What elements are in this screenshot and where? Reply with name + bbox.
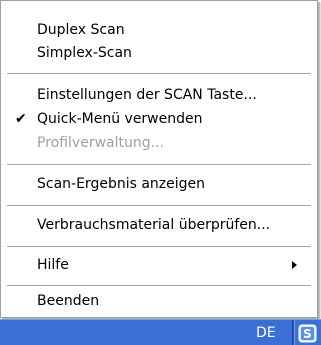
language-indicator[interactable]: DE <box>256 323 276 343</box>
menu-item-exit[interactable]: Beenden <box>1 291 317 312</box>
menu-item-label: Quick-Menü verwenden <box>37 111 203 127</box>
menu-item-simplex-scan[interactable]: Simplex-Scan <box>1 43 317 64</box>
menu-item-scan-button-settings[interactable]: Einstellungen der SCAN Taste... <box>1 85 317 106</box>
menu-separator <box>7 285 311 287</box>
screen: Duplex Scan Simplex-Scan Einstellungen d… <box>0 0 321 345</box>
menu-separator <box>7 205 311 207</box>
menu-item-label: Einstellungen der SCAN Taste... <box>37 87 257 103</box>
menu-item-profile-management: Profilverwaltung... <box>1 133 317 154</box>
menu-item-label: Beenden <box>37 293 100 309</box>
menu-item-duplex-scan[interactable]: Duplex Scan <box>1 20 317 41</box>
menu-item-label: Hilfe <box>37 257 69 273</box>
menu-item-label: Simplex-Scan <box>37 45 132 61</box>
menu-item-show-scan-result[interactable]: Scan-Ergebnis anzeigen <box>1 174 317 195</box>
context-menu: Duplex Scan Simplex-Scan Einstellungen d… <box>0 0 318 318</box>
scanner-tray-icon[interactable]: S <box>298 322 318 344</box>
tray-divider <box>292 320 294 345</box>
menu-item-quick-menu[interactable]: ✔ Quick-Menü verwenden <box>1 109 317 130</box>
menu-separator <box>7 246 311 248</box>
submenu-arrow-icon <box>292 261 297 269</box>
menu-item-help[interactable]: Hilfe <box>1 255 317 276</box>
svg-text:S: S <box>303 327 312 341</box>
menu-separator <box>7 73 311 75</box>
checkmark-icon: ✔ <box>15 111 27 127</box>
menu-item-label: Duplex Scan <box>37 22 125 38</box>
taskbar: DE S <box>0 319 321 345</box>
menu-item-label: Scan-Ergebnis anzeigen <box>37 176 206 192</box>
menu-item-label: Profilverwaltung... <box>37 135 164 151</box>
menu-item-label: Verbrauchsmaterial überprüfen... <box>37 217 271 233</box>
menu-separator <box>7 164 311 166</box>
menu-item-check-supplies[interactable]: Verbrauchsmaterial überprüfen... <box>1 215 317 236</box>
